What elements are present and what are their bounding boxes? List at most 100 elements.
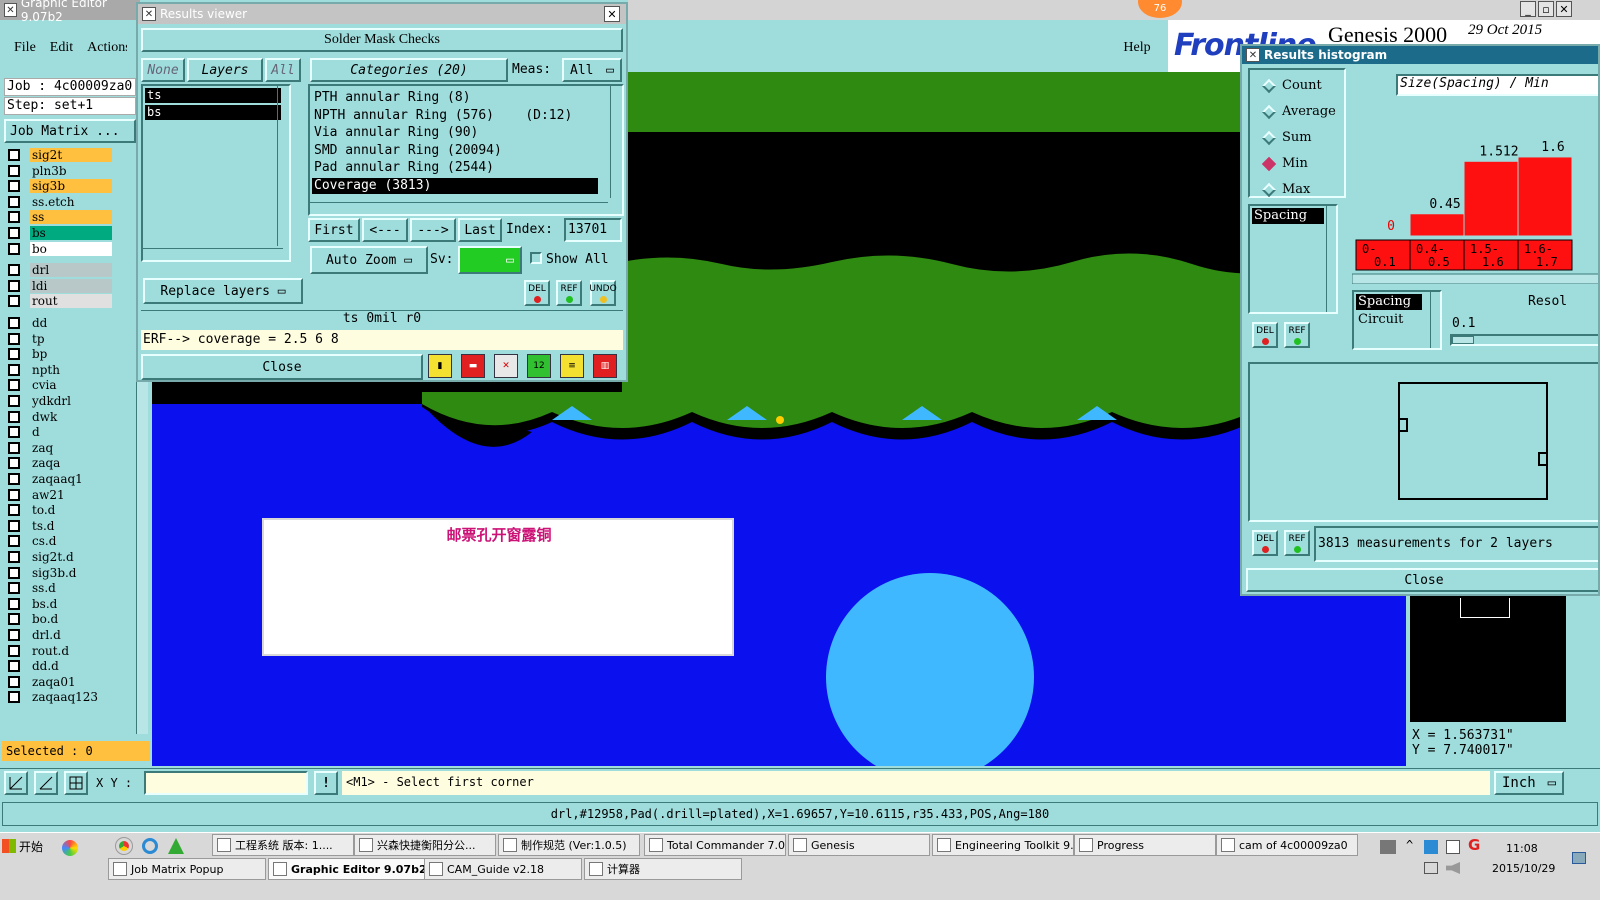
layer-row[interactable]: dd.d <box>8 659 124 674</box>
layer-row[interactable]: bo.d <box>8 612 124 627</box>
layer-name[interactable]: bo <box>30 241 112 256</box>
hist-preview-del-button[interactable]: DEL <box>1252 530 1278 556</box>
measure-tool-button[interactable] <box>34 771 58 795</box>
layer-row[interactable]: bs.d <box>8 596 124 611</box>
rv-close-button[interactable]: Close <box>141 354 423 380</box>
layer-checkbox[interactable] <box>8 473 20 485</box>
close-window-button[interactable]: ✕ <box>1556 1 1572 17</box>
ie-icon[interactable] <box>142 838 158 854</box>
layer-row[interactable]: ts.d <box>8 518 124 533</box>
histogram-icon[interactable]: ▥ <box>593 354 617 378</box>
layer-name[interactable]: dd.d <box>30 659 112 674</box>
alert-button[interactable]: ! <box>314 771 338 795</box>
taskbar-button[interactable]: Progress <box>1074 834 1216 856</box>
layer-name[interactable]: sig2t <box>30 148 112 162</box>
network-icon[interactable] <box>1380 840 1396 854</box>
layer-row[interactable]: rout.d <box>8 643 124 658</box>
layer-name[interactable]: npth <box>30 362 112 377</box>
layer-checkbox[interactable] <box>8 227 20 239</box>
prev-button[interactable]: <--- <box>362 218 408 242</box>
layer-row[interactable]: rout <box>8 294 124 309</box>
taskbar-button[interactable]: cam of 4c00009za0 <box>1216 834 1358 856</box>
taskbar-button[interactable]: Job Matrix Popup <box>108 858 266 880</box>
mode-radio-min[interactable]: Min <box>1261 156 1308 171</box>
menu-actions[interactable]: Actions <box>87 40 127 56</box>
chrome-icon[interactable] <box>115 837 133 855</box>
category-item[interactable]: PTH annular Ring (8) <box>312 90 598 106</box>
layer-row[interactable]: ss <box>8 210 124 225</box>
none-button[interactable]: None <box>141 58 185 82</box>
layer-name[interactable]: d <box>30 425 112 440</box>
layer-name[interactable]: cvia <box>30 378 112 393</box>
layer-name[interactable]: ts.d <box>30 518 112 533</box>
category-item[interactable]: Via annular Ring (90) <box>312 125 598 141</box>
layers-button[interactable]: Layers <box>187 58 263 82</box>
layer-name[interactable]: ldi <box>30 278 112 293</box>
layer-checkbox[interactable] <box>8 519 20 532</box>
layer-name[interactable]: drl.d <box>30 628 112 642</box>
volume-icon[interactable] <box>1446 862 1460 874</box>
layer-name[interactable]: sig3b.d <box>30 565 112 580</box>
layer-checkbox[interactable] <box>8 149 20 161</box>
layer-name[interactable]: pln3b <box>30 163 112 178</box>
layer-row[interactable]: bp <box>8 347 124 362</box>
hist-ref-button[interactable]: REF <box>1284 322 1310 348</box>
clock-date[interactable]: 2015/10/29 <box>1492 862 1555 875</box>
taskbar-button[interactable]: 兴森快捷衡阳分公... <box>354 834 496 856</box>
layer-row[interactable]: sig2t <box>8 148 124 162</box>
layer-name[interactable]: zaqaaq123 <box>30 690 112 705</box>
layer-row[interactable]: drl.d <box>8 628 124 642</box>
layer-row[interactable]: bs <box>8 226 124 240</box>
layer-checkbox[interactable] <box>8 348 20 361</box>
layer-row[interactable]: sig2t.d <box>8 550 124 564</box>
hist-del-button[interactable]: DEL <box>1252 322 1278 348</box>
layer-name[interactable]: bp <box>30 347 112 362</box>
layer-checkbox[interactable] <box>8 180 20 193</box>
help-menu[interactable]: Help <box>1112 24 1162 72</box>
layer-row[interactable]: dwk <box>8 409 124 424</box>
menu-file[interactable]: File <box>14 40 36 56</box>
tray-monitor-icon[interactable] <box>1424 862 1438 874</box>
layer-name[interactable]: tp <box>30 331 112 346</box>
layer-checkbox[interactable] <box>8 264 20 277</box>
layer-row[interactable]: cs.d <box>8 534 124 549</box>
category-list[interactable]: PTH annular Ring (8) NPTH annular Ring (5… <box>308 84 624 216</box>
menu-edit[interactable]: Edit <box>50 40 73 56</box>
layer-checkbox[interactable] <box>8 426 20 439</box>
layer-name[interactable]: bs.d <box>30 596 112 611</box>
layer-name[interactable]: bo.d <box>30 612 112 627</box>
colorful-app-icon[interactable] <box>62 840 78 856</box>
layer-checkbox[interactable] <box>8 164 20 177</box>
taskbar-button[interactable]: 计算器 <box>584 858 742 880</box>
grid-tool-button[interactable] <box>64 771 88 795</box>
layer-row[interactable]: to.d <box>8 503 124 518</box>
category-item[interactable]: NPTH annular Ring (576) (D:12) <box>312 108 598 124</box>
rv-ref-button[interactable]: REF <box>556 280 582 306</box>
layer-row[interactable]: dd <box>8 316 124 330</box>
layer-checkbox[interactable] <box>8 566 20 579</box>
layer-row[interactable]: zaqa01 <box>8 674 124 689</box>
show-desktop-icon[interactable] <box>1572 852 1586 864</box>
layer-name[interactable]: to.d <box>30 503 112 518</box>
layer-name[interactable]: aw21 <box>30 487 112 502</box>
taskbar-button[interactable]: 制作规范 (Ver:1.0.5) <box>498 834 640 856</box>
layer-checkbox[interactable] <box>8 379 20 392</box>
next-button[interactable]: ---> <box>410 218 456 242</box>
taskbar-button[interactable]: Engineering Toolkit 9.... <box>932 834 1074 856</box>
rv-layer-scrollbar[interactable] <box>277 86 289 246</box>
layer-checkbox[interactable] <box>8 211 20 224</box>
sv-color-dropdown[interactable]: ▭ <box>458 246 522 274</box>
histogram-bar[interactable] <box>1517 156 1573 237</box>
layer-checkbox[interactable] <box>8 457 20 470</box>
start-button[interactable]: 开始 <box>2 836 50 856</box>
hist-preview-ref-button[interactable]: REF <box>1284 530 1310 556</box>
first-button[interactable]: First <box>308 218 360 242</box>
auto-zoom-dropdown[interactable]: Auto Zoom ▭ <box>310 246 428 274</box>
layer-checkbox[interactable] <box>8 242 20 255</box>
layer-name[interactable]: zaqaaq1 <box>30 472 112 486</box>
replace-layers-dropdown[interactable]: Replace layers ▭ <box>143 278 303 304</box>
category-item[interactable]: Pad annular Ring (2544) <box>312 160 598 176</box>
layer-name[interactable]: sig2t.d <box>30 550 112 564</box>
rv-layer-list[interactable]: ts bs <box>141 84 291 262</box>
minimize-button[interactable]: _ <box>1520 1 1536 17</box>
